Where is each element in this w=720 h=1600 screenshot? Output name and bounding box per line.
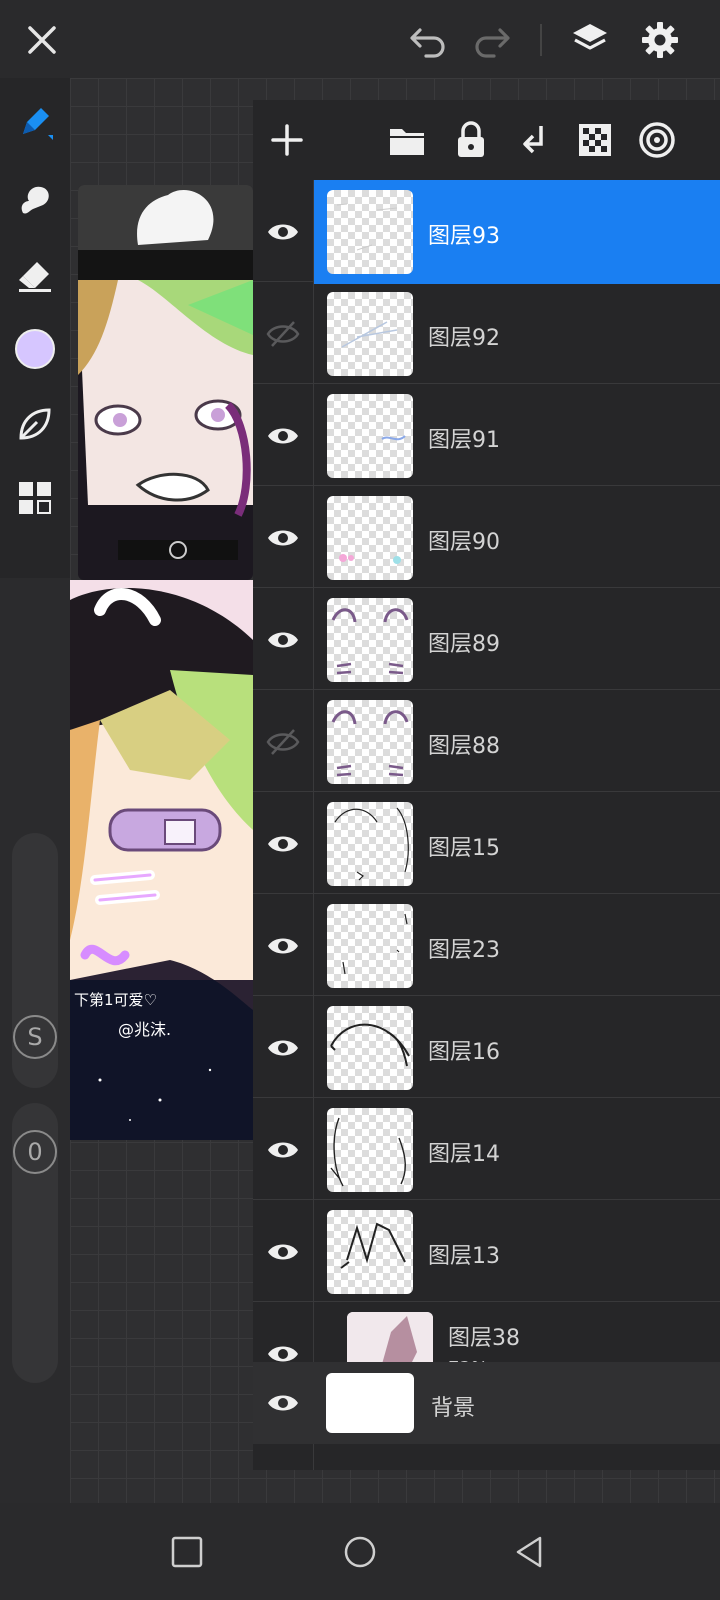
close-icon[interactable] [20, 18, 64, 62]
layer-name: 图层14 [428, 1142, 500, 1167]
color-swatch[interactable] [11, 325, 59, 373]
eye-icon[interactable] [263, 1383, 303, 1423]
undo-icon[interactable] [406, 18, 450, 62]
redo-icon[interactable] [470, 18, 514, 62]
eye-icon[interactable] [263, 416, 303, 456]
layer-row[interactable]: 图层15 [253, 792, 720, 894]
folder-icon[interactable] [383, 116, 431, 164]
layer-name: 图层38 [448, 1326, 520, 1351]
layers-panel: 图层93 图层92 图层91 图层90 图层89 图层88 图层15 图层23 图层16 图层14… [253, 100, 720, 1470]
layer-row[interactable]: 图层16 [253, 996, 720, 1098]
eye-icon[interactable] [263, 212, 303, 252]
size-slider-label: S [13, 1015, 57, 1059]
layers-toolbar [253, 100, 720, 180]
artwork-caption-2: @兆沫. [118, 1020, 171, 1039]
pen-icon[interactable] [11, 98, 59, 146]
eye-icon[interactable] [263, 518, 303, 558]
artwork-top [78, 185, 253, 580]
artwork-caption-1: 下第1可爱♡ [74, 991, 157, 1009]
back-icon[interactable] [506, 1529, 552, 1575]
layer-row[interactable]: 图层93 [253, 180, 720, 284]
opacity-slider-label: 0 [13, 1130, 57, 1174]
background-thumbnail [326, 1373, 414, 1433]
layer-thumbnail [327, 1210, 413, 1294]
add-layer-icon[interactable] [263, 116, 311, 164]
layer-thumbnail [327, 598, 413, 682]
recent-apps-icon[interactable] [164, 1529, 210, 1575]
eraser-icon[interactable] [11, 252, 59, 300]
eye-hidden-icon[interactable] [263, 722, 303, 762]
layer-thumbnail [327, 802, 413, 886]
layer-row[interactable]: 图层23 [253, 894, 720, 996]
eye-icon[interactable] [263, 620, 303, 660]
eye-icon[interactable] [263, 926, 303, 966]
merge-down-icon[interactable] [511, 116, 559, 164]
lock-icon[interactable] [447, 116, 495, 164]
layer-thumbnail [327, 904, 413, 988]
grid-menu-icon[interactable] [11, 474, 59, 522]
layer-thumbnail [327, 700, 413, 784]
layer-settings-icon[interactable] [633, 116, 681, 164]
layer-thumbnail [327, 394, 413, 478]
transparency-icon[interactable] [571, 116, 619, 164]
background-layer-name: 背景 [431, 1396, 476, 1421]
divider [540, 24, 542, 56]
eye-hidden-icon[interactable] [263, 314, 303, 354]
layer-thumbnail [327, 496, 413, 580]
layer-row[interactable]: 图层88 [253, 690, 720, 792]
leaf-icon[interactable] [11, 400, 59, 448]
layer-row-background[interactable]: 背景 [253, 1362, 720, 1444]
layer-row[interactable]: 图层92 [253, 282, 720, 384]
layer-name: 图层13 [428, 1244, 500, 1269]
layer-name: 图层16 [428, 1040, 500, 1065]
eye-icon[interactable] [263, 1130, 303, 1170]
left-toolbar [0, 78, 70, 578]
system-nav-bar [0, 1503, 720, 1600]
top-bar [0, 0, 720, 78]
artwork-bottom: 下第1可爱♡ @兆沫. [70, 580, 253, 1140]
layer-row[interactable]: 图层91 [253, 384, 720, 486]
layer-name: 图层23 [428, 938, 500, 963]
layer-name: 图层93 [428, 224, 500, 249]
layer-thumbnail [327, 1108, 413, 1192]
eye-icon[interactable] [263, 1028, 303, 1068]
layer-name: 图层88 [428, 734, 500, 759]
layer-thumbnail [327, 292, 413, 376]
home-icon[interactable] [337, 1529, 383, 1575]
layer-name: 图层15 [428, 836, 500, 861]
settings-icon[interactable] [638, 18, 682, 62]
layer-name: 图层91 [428, 428, 500, 453]
layers-icon[interactable] [568, 18, 612, 62]
layer-name: 图层90 [428, 530, 500, 555]
eye-icon[interactable] [263, 824, 303, 864]
layer-name: 图层89 [428, 632, 500, 657]
layer-row[interactable]: 图层89 [253, 588, 720, 690]
left-slider-area: S 0 [0, 578, 70, 1503]
layer-name: 图层92 [428, 326, 500, 351]
eye-icon[interactable] [263, 1232, 303, 1272]
layer-row[interactable]: 图层90 [253, 486, 720, 588]
layer-thumbnail [327, 190, 413, 274]
smudge-icon[interactable] [11, 175, 59, 223]
layer-row[interactable]: 图层13 [253, 1200, 720, 1302]
layer-row[interactable]: 图层14 [253, 1098, 720, 1200]
layer-thumbnail [327, 1006, 413, 1090]
